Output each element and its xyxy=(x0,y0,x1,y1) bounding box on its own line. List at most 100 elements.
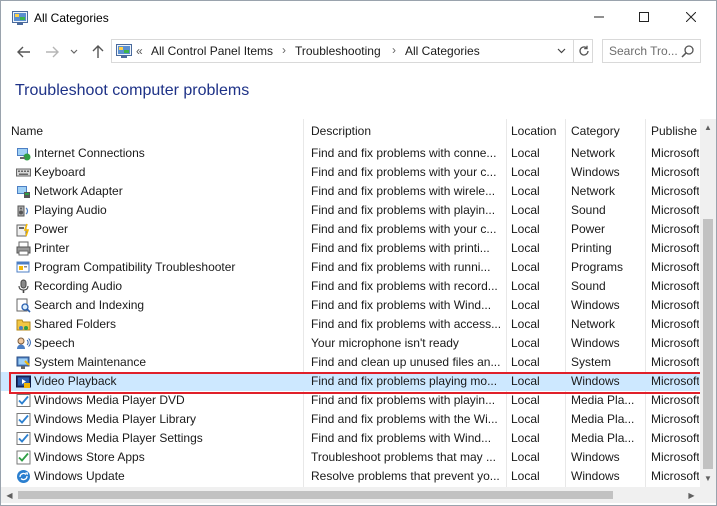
column-header-location[interactable]: Location xyxy=(507,119,565,144)
column-header-category[interactable]: Category xyxy=(567,119,645,144)
horizontal-scrollbar[interactable]: ◀ ▶ xyxy=(1,487,700,503)
item-category: Media Pla... xyxy=(571,431,635,445)
item-category: Network xyxy=(571,184,616,198)
list-item-playing-audio[interactable]: Playing Audio Find and fix problems with … xyxy=(1,201,700,220)
item-publisher: Microsoft xyxy=(651,317,699,331)
list-item-windows-media-player-library[interactable]: Windows Media Player Library Find and fix… xyxy=(1,410,700,429)
item-publisher: Microsoft xyxy=(651,450,699,464)
item-description: Find and fix problems with access... xyxy=(311,317,502,331)
item-location: Local xyxy=(511,431,540,445)
item-description: Find and fix problems with Wind... xyxy=(311,431,492,445)
breadcrumb-separator[interactable]: › xyxy=(282,43,286,57)
item-location: Local xyxy=(511,146,540,160)
chevron-down-icon xyxy=(557,48,565,54)
item-name: Network Adapter xyxy=(34,184,123,198)
item-location: Local xyxy=(511,298,540,312)
breadcrumb-overflow[interactable]: « xyxy=(136,44,143,58)
item-name: Shared Folders xyxy=(34,317,117,331)
item-name: Search and Indexing xyxy=(34,298,145,312)
scroll-left-button[interactable]: ◀ xyxy=(1,487,18,503)
list-item-program-compatibility-troubleshooter[interactable]: Program Compatibility Troubleshooter Find… xyxy=(1,258,700,277)
minimize-button[interactable] xyxy=(576,1,622,33)
item-publisher: Microsoft xyxy=(651,431,699,445)
item-publisher: Microsoft xyxy=(651,469,699,483)
item-category: Windows xyxy=(571,298,620,312)
item-description: Find and fix problems with record... xyxy=(311,279,498,293)
column-header-name[interactable]: Name xyxy=(7,119,303,144)
item-publisher: Microsoft xyxy=(651,241,699,255)
item-location: Local xyxy=(511,450,540,464)
search-icon[interactable] xyxy=(681,44,695,58)
list-item-search-and-indexing[interactable]: Search and Indexing Find and fix problems… xyxy=(1,296,700,315)
item-category: Windows xyxy=(571,165,620,179)
breadcrumb-troubleshooting[interactable]: Troubleshooting xyxy=(295,44,381,58)
search-placeholder[interactable]: Search Tro... xyxy=(609,44,678,58)
item-category: Sound xyxy=(571,203,606,217)
list-item-windows-media-player-settings[interactable]: Windows Media Player Settings Find and fi… xyxy=(1,429,700,448)
item-location: Local xyxy=(511,184,540,198)
up-button[interactable] xyxy=(87,41,109,63)
item-description: Find and fix problems with Wind... xyxy=(311,298,492,312)
item-category: Programs xyxy=(571,260,624,274)
breadcrumb-all-categories[interactable]: All Categories xyxy=(405,44,480,58)
chevron-down-icon xyxy=(70,49,78,54)
item-description: Your microphone isn't ready xyxy=(311,336,459,350)
item-publisher: Microsoft xyxy=(651,184,699,198)
item-description: Find and fix problems with playin... xyxy=(311,203,496,217)
item-publisher: Microsoft xyxy=(651,260,699,274)
address-bar[interactable]: « All Control Panel Items › Troubleshoot… xyxy=(111,39,593,63)
title-bar: All Categories xyxy=(1,1,716,35)
troubleshooter-list: Name Description Location Category Publi… xyxy=(1,119,700,487)
control-panel-icon xyxy=(12,11,28,25)
explorer-window: All Categories « All Control Panel Items… xyxy=(0,0,717,506)
item-category: System xyxy=(571,355,612,369)
list-item-video-playback[interactable]: Video Playback Find and fix problems play… xyxy=(1,372,700,394)
refresh-button[interactable] xyxy=(574,40,593,62)
arrow-left-icon xyxy=(17,46,30,58)
control-panel-icon xyxy=(116,44,132,58)
column-header-description[interactable]: Description xyxy=(307,119,507,144)
item-category: Power xyxy=(571,222,606,236)
scroll-up-button[interactable]: ▲ xyxy=(700,119,716,136)
list-item-power[interactable]: Power Find and fix problems with your c..… xyxy=(1,220,700,239)
item-description: Resolve problems that prevent yo... xyxy=(311,469,500,483)
item-name: Video Playback xyxy=(34,374,117,388)
list-item-shared-folders[interactable]: Shared Folders Find and fix problems with… xyxy=(1,315,700,334)
item-publisher: Microsoft xyxy=(651,298,699,312)
breadcrumb-all-control-panel-items[interactable]: All Control Panel Items xyxy=(151,44,273,58)
address-history-dropdown[interactable] xyxy=(553,43,569,59)
horizontal-scroll-thumb[interactable] xyxy=(18,491,613,499)
list-item-windows-update[interactable]: Windows Update Resolve problems that prev… xyxy=(1,467,700,486)
column-header-publisher[interactable]: Publishe xyxy=(647,119,700,144)
vertical-scroll-thumb[interactable] xyxy=(703,219,713,469)
search-box[interactable]: Search Tro... xyxy=(602,39,701,63)
back-button[interactable] xyxy=(13,41,35,63)
window-title: All Categories xyxy=(34,11,109,25)
list-item-windows-media-player-dvd[interactable]: Windows Media Player DVD Find and fix pro… xyxy=(1,391,700,410)
list-item-windows-store-apps[interactable]: Windows Store Apps Troubleshoot problems … xyxy=(1,448,700,467)
scroll-right-button[interactable]: ▶ xyxy=(683,487,700,503)
maximize-button[interactable] xyxy=(621,1,667,33)
close-button[interactable] xyxy=(668,1,714,33)
forward-button[interactable] xyxy=(41,41,63,63)
item-description: Find and fix problems with the Wi... xyxy=(311,412,498,426)
maximize-icon xyxy=(639,12,649,22)
list-item-internet-connections[interactable]: Internet Connections Find and fix problem… xyxy=(1,144,700,163)
vertical-scrollbar[interactable]: ▲ ▼ xyxy=(700,119,716,487)
breadcrumb-separator[interactable]: › xyxy=(392,43,396,57)
list-item-network-adapter[interactable]: Network Adapter Find and fix problems wit… xyxy=(1,182,700,201)
item-location: Local xyxy=(511,355,540,369)
item-name: Windows Media Player DVD xyxy=(34,393,185,407)
item-name: Playing Audio xyxy=(34,203,107,217)
item-category: Windows xyxy=(571,336,620,350)
list-item-speech[interactable]: Speech Your microphone isn't ready Local Wi… xyxy=(1,334,700,353)
list-item-keyboard[interactable]: Keyboard Find and fix problems with your … xyxy=(1,163,700,182)
list-item-printer[interactable]: Printer Find and fix problems with printi… xyxy=(1,239,700,258)
scroll-down-button[interactable]: ▼ xyxy=(700,470,716,487)
page-title: Troubleshoot computer problems xyxy=(15,82,250,99)
item-description: Find and fix problems with printi... xyxy=(311,241,490,255)
list-item-system-maintenance[interactable]: System Maintenance Find and clean up unus… xyxy=(1,353,700,372)
recent-locations-button[interactable] xyxy=(67,41,81,63)
item-location: Local xyxy=(511,412,540,426)
list-item-recording-audio[interactable]: Recording Audio Find and fix problems wit… xyxy=(1,277,700,296)
